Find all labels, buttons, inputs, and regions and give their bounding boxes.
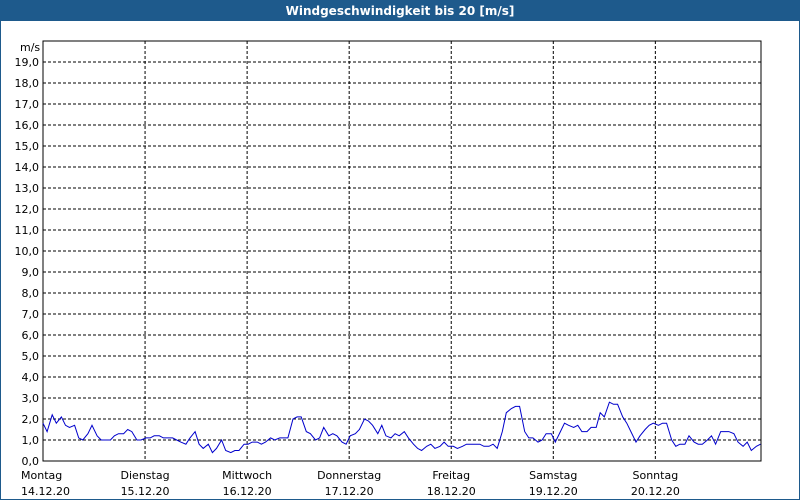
- x-tick-label-date: 19.12.20: [529, 485, 578, 498]
- x-tick-label-day: Donnerstag: [317, 469, 381, 482]
- x-tick-label-day: Montag: [21, 469, 62, 482]
- x-tick-label-day: Sonntag: [632, 469, 678, 482]
- y-axis-unit: m/s: [20, 41, 40, 54]
- y-tick-label: 14,0: [15, 161, 40, 174]
- y-tick-label: 7,0: [22, 308, 40, 321]
- series-line-wind-speed: [42, 401, 761, 454]
- y-tick-label: 3,0: [22, 392, 40, 405]
- y-tick-label: 17,0: [15, 98, 40, 111]
- y-tick-label: 6,0: [22, 329, 40, 342]
- y-tick-label: 8,0: [22, 287, 40, 300]
- y-tick-label: 11,0: [15, 224, 40, 237]
- x-tick-label-day: Freitag: [432, 469, 470, 482]
- x-tick-label-date: 18.12.20: [427, 485, 476, 498]
- grid: [43, 41, 761, 461]
- y-tick-label: 9,0: [22, 266, 40, 279]
- x-tick-label-date: 15.12.20: [121, 485, 170, 498]
- wind-speed-chart: m/s 0,0 1,0 2,0 3,0 4,0 5,0 6,0 7,0 8,0 9,0 10,0 11…: [15, 40, 762, 498]
- y-tick-label: 18,0: [15, 77, 40, 90]
- y-tick-label: 0,0: [22, 455, 40, 468]
- y-tick-label: 19,0: [15, 56, 40, 69]
- x-tick-label-day: Dienstag: [121, 469, 170, 482]
- y-tick-label: 16,0: [15, 119, 40, 132]
- y-tick-label: 15,0: [15, 140, 40, 153]
- y-tick-label: 10,0: [15, 245, 40, 258]
- chart-window: Windgeschwindigkeit bis 20 [m/s] m/s 0,0…: [0, 0, 800, 500]
- x-tick-label-date: 20.12.20: [631, 485, 680, 498]
- y-tick-labels: 0,0 1,0 2,0 3,0 4,0 5,0 6,0 7,0 8,0 9,0 10,0 11,0 12…: [15, 56, 40, 468]
- x-tick-label-date: 16.12.20: [223, 485, 272, 498]
- y-tick-label: 12,0: [15, 203, 40, 216]
- y-tick-label: 2,0: [22, 413, 40, 426]
- y-tick-label: 1,0: [22, 434, 40, 447]
- x-tick-labels: Montag 14.12.20 Dienstag 15.12.20 Mittwoch 16…: [21, 469, 680, 498]
- y-tick-label: 5,0: [22, 350, 40, 363]
- x-tick-label-day: Samstag: [529, 469, 577, 482]
- y-tick-label: 4,0: [22, 371, 40, 384]
- x-tick-label-day: Mittwoch: [222, 469, 272, 482]
- x-tick-label-date: 17.12.20: [325, 485, 374, 498]
- x-tick-label-date: 14.12.20: [21, 485, 70, 498]
- y-tick-label: 13,0: [15, 182, 40, 195]
